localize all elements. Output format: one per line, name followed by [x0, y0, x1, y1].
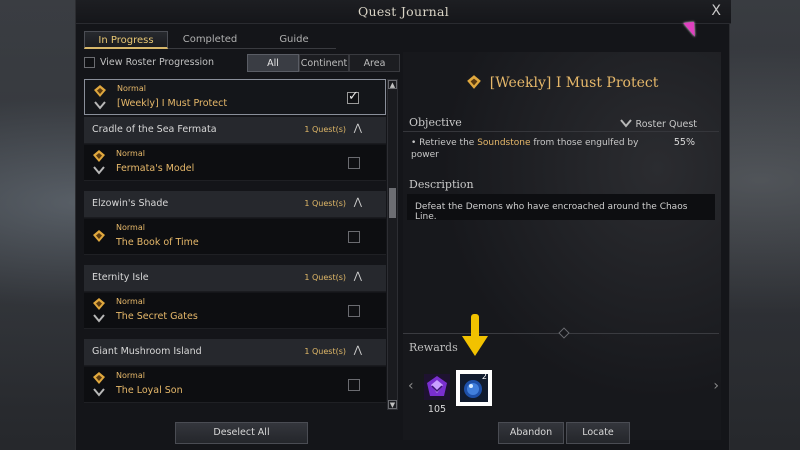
quest-difficulty: Normal [116, 297, 145, 306]
weekly-quest-icon [466, 75, 481, 89]
blue-orb-icon: 2 [460, 372, 488, 402]
scroll-up-icon[interactable]: ▲ [388, 80, 397, 89]
quest-icon [93, 372, 105, 384]
group-name: Giant Mushroom Island [92, 346, 202, 357]
quest-track-checkbox[interactable] [348, 305, 360, 317]
filter-all-button[interactable]: All [247, 54, 299, 72]
quest-row-selected[interactable]: Normal [Weekly] I Must Protect [84, 79, 386, 115]
weekly-quest-icon [94, 85, 106, 97]
objective-text: • Retrieve the Soundstone from those eng… [411, 138, 639, 160]
quest-name: Fermata's Model [116, 163, 195, 174]
filter-continent-button[interactable]: Continent [299, 54, 349, 72]
quest-row[interactable]: Normal The Secret Gates [84, 293, 386, 329]
collapse-caret-icon[interactable]: ⋀ [354, 123, 362, 134]
group-row[interactable]: Elzowin's Shade 1 Quest(s) ⋀ [84, 191, 386, 218]
quest-icon [93, 150, 105, 162]
roster-progression-checkbox[interactable] [84, 57, 95, 68]
filter-row: View Roster Progression All Continent Ar… [84, 54, 400, 72]
quest-detail-panel: [Weekly] I Must Protect Objective Roster… [403, 52, 721, 440]
divider-ornament-icon [558, 327, 570, 339]
quest-icon [93, 298, 105, 310]
reward-item-slot[interactable]: 2 [456, 370, 492, 406]
roster-progression-label: View Roster Progression [100, 57, 215, 68]
group-quest-count: 1 Quest(s) [304, 199, 346, 208]
quest-difficulty: Normal [116, 149, 145, 158]
quest-list-scrollbar[interactable]: ▲ ▼ [387, 79, 398, 410]
roster-quest-label: Roster Quest [635, 119, 697, 130]
journal-tabs: In Progress Completed Guide [84, 31, 336, 49]
quest-name: [Weekly] I Must Protect [117, 98, 228, 109]
window-title: Quest Journal [357, 4, 450, 19]
tab-guide[interactable]: Guide [252, 31, 336, 49]
quest-difficulty: Normal [117, 84, 146, 93]
rewards-next-icon[interactable]: › [713, 378, 719, 394]
rewards-heading: Rewards [409, 341, 458, 354]
scroll-thumb[interactable] [389, 188, 396, 218]
group-row[interactable]: Cradle of the Sea Fermata 1 Quest(s) ⋀ [84, 117, 386, 144]
roster-quest-icon [619, 119, 632, 128]
objective-progress: 55% [673, 137, 695, 148]
description-heading: Description [409, 178, 474, 191]
detail-quest-title: [Weekly] I Must Protect [489, 75, 659, 91]
group-name: Cradle of the Sea Fermata [92, 124, 217, 135]
purple-crystal-icon[interactable] [424, 374, 450, 400]
tab-completed[interactable]: Completed [168, 31, 252, 49]
locate-button[interactable]: Locate [566, 422, 630, 444]
description-box: Defeat the Demons who have encroached ar… [407, 194, 715, 222]
quest-row[interactable]: Normal The Loyal Son [84, 367, 386, 403]
reward-count: 105 [427, 404, 447, 415]
roster-quest-icon [93, 166, 105, 175]
detail-title-row: [Weekly] I Must Protect [403, 72, 721, 91]
quest-row[interactable]: Normal Fermata's Model [84, 145, 386, 181]
roster-quest-icon [93, 388, 105, 397]
rewards-prev-icon[interactable]: ‹ [408, 378, 414, 394]
filter-area-button[interactable]: Area [349, 54, 400, 72]
quest-track-checkbox[interactable] [347, 89, 359, 104]
quest-difficulty: Normal [116, 371, 145, 380]
quest-list: Normal [Weekly] I Must Protect Cradle of… [84, 79, 400, 410]
tab-in-progress[interactable]: In Progress [84, 31, 168, 49]
abandon-button[interactable]: Abandon [498, 422, 564, 444]
collapse-caret-icon[interactable]: ⋀ [354, 345, 362, 356]
group-row[interactable]: Giant Mushroom Island 1 Quest(s) ⋀ [84, 339, 386, 366]
quest-track-checkbox[interactable] [348, 231, 360, 243]
objective-heading: Objective [409, 116, 462, 129]
collapse-caret-icon[interactable]: ⋀ [354, 197, 362, 208]
divider [403, 131, 719, 132]
deselect-all-button[interactable]: Deselect All [175, 422, 308, 444]
description-text: Defeat the Demons who have encroached ar… [415, 202, 688, 222]
group-row[interactable]: Eternity Isle 1 Quest(s) ⋀ [84, 265, 386, 292]
group-quest-count: 1 Quest(s) [304, 273, 346, 282]
quest-icon [93, 230, 105, 242]
roster-quest-tag: Roster Quest [619, 118, 697, 130]
quest-name: The Loyal Son [116, 385, 183, 396]
roster-quest-icon [94, 101, 106, 110]
group-quest-count: 1 Quest(s) [304, 125, 346, 134]
quest-track-checkbox[interactable] [348, 379, 360, 391]
scroll-down-icon[interactable]: ▼ [388, 400, 397, 409]
quest-name: The Secret Gates [116, 311, 198, 322]
objective-prefix: Retrieve the [419, 138, 478, 148]
group-name: Eternity Isle [92, 272, 149, 283]
quest-difficulty: Normal [116, 223, 145, 232]
quest-row[interactable]: Normal The Book of Time [84, 219, 386, 255]
objective-item: Soundstone [477, 138, 531, 148]
roster-quest-icon [93, 314, 105, 323]
group-name: Elzowin's Shade [92, 198, 169, 209]
quest-track-checkbox[interactable] [348, 157, 360, 169]
quest-name: The Book of Time [116, 237, 199, 248]
group-quest-count: 1 Quest(s) [304, 347, 346, 356]
close-button[interactable]: X [711, 3, 721, 19]
reward-count: 2 [481, 372, 487, 381]
highlight-arrow-icon [462, 314, 488, 356]
collapse-caret-icon[interactable]: ⋀ [354, 271, 362, 282]
title-bar: Quest Journal X [76, 0, 731, 24]
